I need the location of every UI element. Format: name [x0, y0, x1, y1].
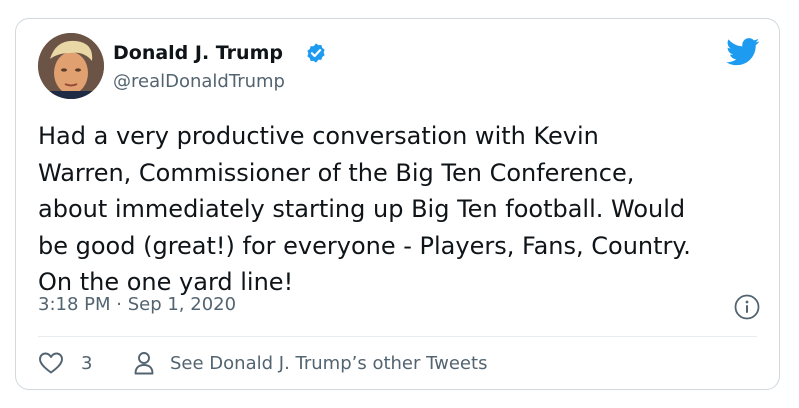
info-icon[interactable]: [734, 294, 760, 320]
tweet-timestamp[interactable]: 3:18 PM · Sep 1, 2020: [38, 294, 236, 315]
like-button[interactable]: 3: [38, 349, 92, 377]
display-name[interactable]: Donald J. Trump: [113, 42, 283, 64]
verified-badge-icon: [307, 43, 325, 63]
other-tweets-label: See Donald J. Trump’s other Tweets: [170, 352, 488, 374]
tweet-text-line: Warren, Commissioner of the Big Ten Conf…: [38, 158, 635, 187]
avatar[interactable]: [38, 33, 104, 99]
person-icon: [134, 352, 154, 375]
avatar-image: [38, 33, 104, 99]
twitter-bird-icon[interactable]: [726, 38, 760, 66]
user-handle[interactable]: @realDonaldTrump: [113, 71, 285, 92]
heart-icon: [39, 352, 63, 374]
tweet-text-line: Had a very productive conversation with …: [38, 122, 599, 150]
like-count: 3: [81, 352, 93, 374]
see-other-tweets-link[interactable]: See Donald J. Trump’s other Tweets: [134, 349, 487, 377]
tweet-text: Had a very productive conversation with …: [38, 118, 773, 301]
tweet-card: Donald J. Trump @realDonaldTrump Had a v…: [15, 18, 780, 390]
tweet-text-line: be good (great!) for everyone - Players,…: [38, 231, 691, 260]
divider: [38, 336, 757, 337]
tweet-text-line: about immediately starting up Big Ten fo…: [38, 195, 686, 223]
